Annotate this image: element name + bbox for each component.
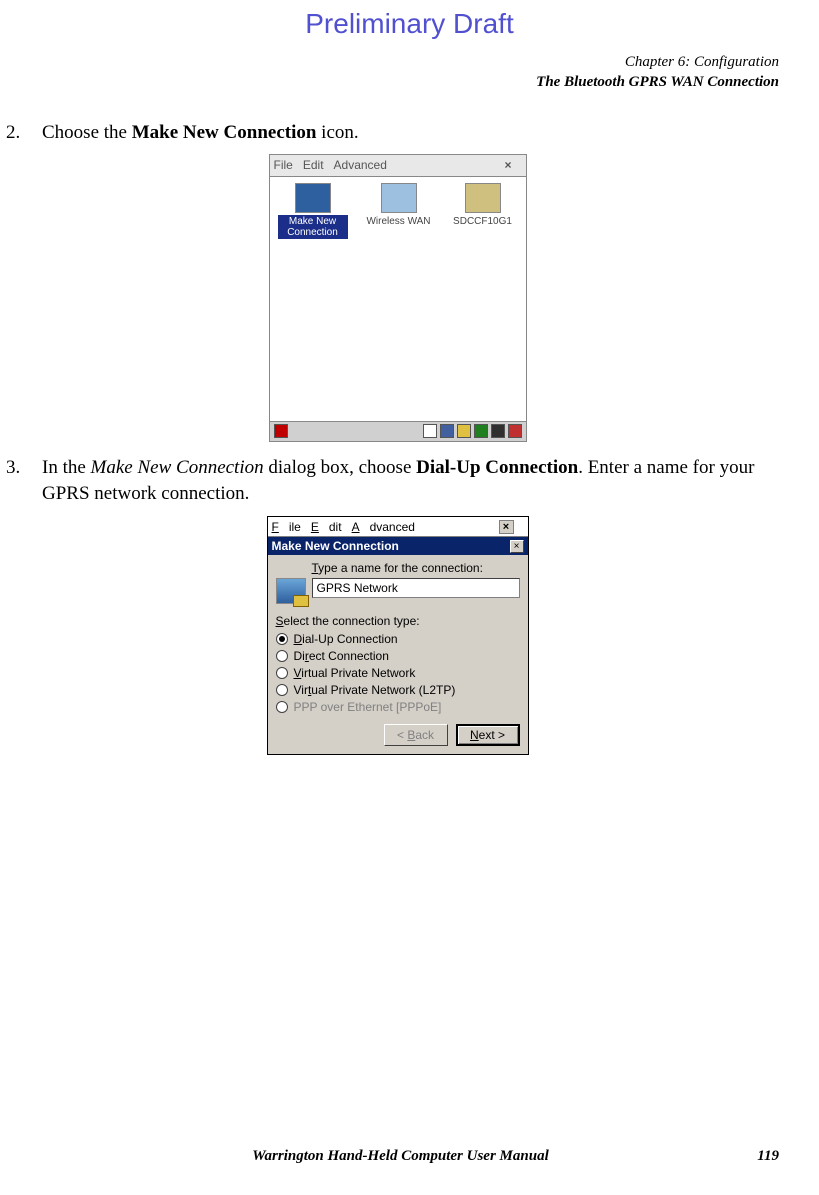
- radio-label: Direct Connection: [294, 649, 389, 663]
- radio-icon: [276, 633, 288, 645]
- type-prompt: Select the connection type:: [276, 614, 520, 628]
- icon-wireless-wan[interactable]: Wireless WAN: [364, 183, 434, 228]
- name-row: [276, 578, 520, 604]
- radio-vpn[interactable]: Virtual Private Network: [276, 666, 520, 680]
- radio-dial-up[interactable]: Dial-Up Connection: [276, 632, 520, 646]
- step-3: 3. In the Make New Connection dialog box…: [6, 455, 789, 506]
- step-text: In the Make New Connection dialog box, c…: [42, 455, 789, 506]
- dialog-title: Make New Connection: [272, 539, 399, 553]
- desktop-area: Make New Connection Wireless WAN SDCCF10…: [270, 177, 526, 421]
- text-run-italic: Make New Connection: [91, 457, 264, 478]
- page-content: 2. Choose the Make New Connection icon. …: [6, 120, 789, 755]
- dialog-titlebar: Make New Connection ×: [268, 537, 528, 555]
- icon-make-new-connection[interactable]: Make New Connection: [278, 183, 348, 239]
- radio-label: PPP over Ethernet [PPPoE]: [294, 700, 442, 714]
- icon-label: Wireless WAN: [364, 215, 432, 228]
- screenshot-1: File Edit Advanced × Make New Connection…: [269, 154, 527, 442]
- tray-icon[interactable]: [508, 424, 522, 438]
- text-run-bold: Make New Connection: [132, 122, 317, 143]
- text-run: Choose the: [42, 122, 132, 143]
- radio-icon: [276, 684, 288, 696]
- radio-icon: [276, 701, 288, 713]
- radio-label: Dial-Up Connection: [294, 632, 398, 646]
- close-icon[interactable]: ×: [504, 158, 511, 172]
- name-prompt: Type a name for the connection:: [312, 561, 520, 575]
- tray-icon[interactable]: [491, 424, 505, 438]
- screenshot-2-wrap: File Edit Advanced × Make New Connection…: [6, 516, 789, 755]
- footer-title: Warrington Hand-Held Computer User Manua…: [252, 1148, 548, 1165]
- radio-icon: [276, 667, 288, 679]
- step-number: 3.: [6, 455, 28, 506]
- draft-watermark: Preliminary Draft: [0, 8, 819, 40]
- step-number: 2.: [6, 120, 28, 146]
- connection-name-input[interactable]: [312, 578, 520, 598]
- icon-label: Make New Connection: [278, 215, 348, 239]
- connection-icon: [276, 578, 306, 604]
- text-run: In the: [42, 457, 91, 478]
- menu-edit[interactable]: Edit: [303, 158, 324, 172]
- menu-file[interactable]: File: [274, 158, 293, 172]
- screenshot-1-wrap: File Edit Advanced × Make New Connection…: [6, 154, 789, 444]
- radio-direct[interactable]: Direct Connection: [276, 649, 520, 663]
- menu-file[interactable]: File: [272, 520, 301, 534]
- page-footer: . Warrington Hand-Held Computer User Man…: [40, 1148, 779, 1165]
- radio-pppoe: PPP over Ethernet [PPPoE]: [276, 700, 520, 714]
- radio-label: Virtual Private Network: [294, 666, 416, 680]
- menubar: File Edit Advanced ×: [268, 517, 528, 537]
- wireless-icon: [381, 183, 417, 213]
- tray-icon[interactable]: [474, 424, 488, 438]
- radio-label: Virtual Private Network (L2TP): [294, 683, 456, 697]
- step-text: Choose the Make New Connection icon.: [42, 120, 789, 146]
- menu-edit[interactable]: Edit: [311, 520, 342, 534]
- menubar: File Edit Advanced ×: [270, 155, 526, 177]
- tray-icon[interactable]: [440, 424, 454, 438]
- next-button[interactable]: Next >: [456, 724, 520, 746]
- tray-icon[interactable]: [457, 424, 471, 438]
- screenshot-2: File Edit Advanced × Make New Connection…: [267, 516, 529, 755]
- radio-vpn-l2tp[interactable]: Virtual Private Network (L2TP): [276, 683, 520, 697]
- taskbar: [270, 421, 526, 441]
- start-icon[interactable]: [274, 424, 288, 438]
- radio-icon: [276, 650, 288, 662]
- icon-sdccf10g1[interactable]: SDCCF10G1: [448, 183, 518, 228]
- dialog-close-icon[interactable]: ×: [510, 540, 524, 553]
- connection-icon: [295, 183, 331, 213]
- text-run: icon.: [316, 122, 358, 143]
- tray-icon[interactable]: [423, 424, 437, 438]
- step-2: 2. Choose the Make New Connection icon.: [6, 120, 789, 146]
- icon-label: SDCCF10G1: [451, 215, 514, 228]
- dialog-body: Type a name for the connection: Select t…: [268, 555, 528, 754]
- text-run: dialog box, choose: [264, 457, 417, 478]
- chapter-subtitle: The Bluetooth GPRS WAN Connection: [536, 72, 779, 92]
- chapter-header: Chapter 6: Configuration The Bluetooth G…: [536, 52, 779, 93]
- chapter-title: Chapter 6: Configuration: [536, 52, 779, 72]
- page-number: 119: [757, 1148, 779, 1165]
- menu-advanced[interactable]: Advanced: [334, 158, 387, 172]
- menu-advanced[interactable]: Advanced: [352, 520, 415, 534]
- text-run-bold: Dial-Up Connection: [416, 457, 578, 478]
- back-button: < Back: [384, 724, 448, 746]
- button-row: < Back Next >: [276, 724, 520, 746]
- close-icon[interactable]: ×: [499, 520, 514, 534]
- card-icon: [465, 183, 501, 213]
